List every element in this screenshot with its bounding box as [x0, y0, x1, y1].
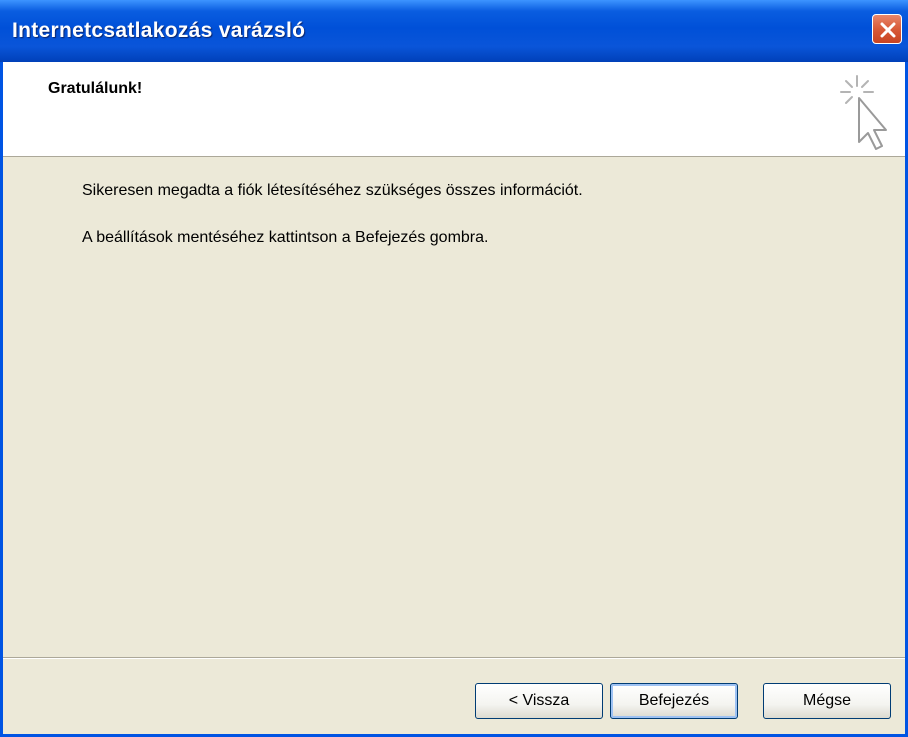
- footer-separator: [3, 657, 905, 659]
- wizard-window: Internetcsatlakozás varázsló Gratulálunk…: [0, 0, 908, 737]
- cancel-button[interactable]: Mégse: [763, 683, 891, 719]
- wizard-cursor-icon: [835, 72, 891, 157]
- page-heading: Gratulálunk!: [48, 80, 143, 97]
- finish-button[interactable]: Befejezés: [610, 683, 738, 719]
- title-bar[interactable]: Internetcsatlakozás varázsló: [0, 0, 908, 62]
- close-button[interactable]: [872, 14, 902, 44]
- info-text-2: A beállítások mentéséhez kattintson a Be…: [82, 229, 489, 246]
- window-title: Internetcsatlakozás varázsló: [12, 19, 306, 42]
- wizard-header: Gratulálunk!: [3, 62, 905, 157]
- back-button[interactable]: < Vissza: [475, 683, 603, 719]
- info-text-1: Sikeresen megadta a fiók létesítéséhez s…: [82, 182, 583, 199]
